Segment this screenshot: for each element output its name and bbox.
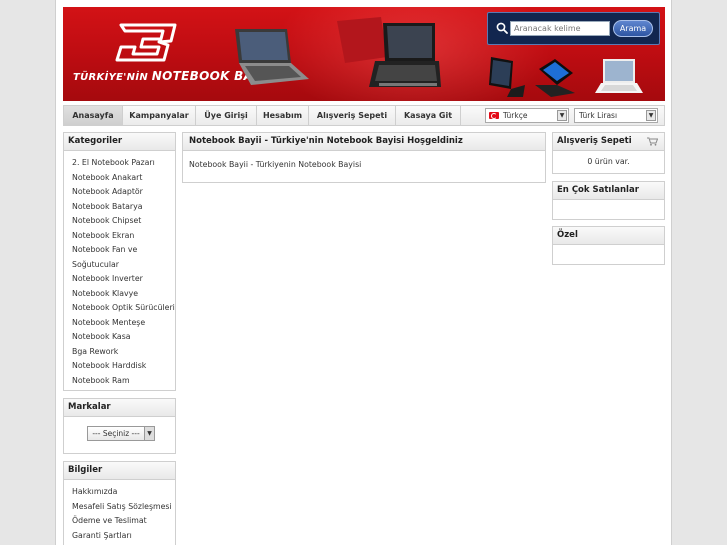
category-link[interactable]: Notebook Fan ve <box>72 243 175 258</box>
shopping-cart-icon[interactable] <box>647 137 658 146</box>
tab-checkout[interactable]: Kasaya Git <box>396 106 461 125</box>
category-link[interactable]: Notebook Anakart <box>72 171 175 186</box>
info-link[interactable]: Hakkımızda <box>72 485 175 500</box>
chevron-down-icon: ▼ <box>557 110 567 121</box>
category-link[interactable]: Notebook Klavye <box>72 287 175 302</box>
category-link[interactable]: Notebook Chipset <box>72 214 175 229</box>
category-link[interactable]: Bga Rework <box>72 345 175 360</box>
page-title: Notebook Bayii - Türkiye'nin Notebook Ba… <box>183 133 545 151</box>
laptop-image <box>337 17 441 87</box>
brands-box: Markalar --- Seçiniz --- ▼ <box>63 398 176 454</box>
search-icon <box>496 22 508 34</box>
welcome-panel: Notebook Bayii - Türkiye'nin Notebook Ba… <box>182 132 546 183</box>
categories-box: Kategoriler 2. El Notebook Pazarı Noteboo… <box>63 132 176 391</box>
laptop-image <box>489 57 525 97</box>
cart-box: Alışveriş Sepeti 0 ürün var. <box>552 132 665 174</box>
main-nav: Anasayfa Kampanyalar Üye Girişi Hesabım … <box>63 105 665 126</box>
brands-select[interactable]: --- Seçiniz --- ▼ <box>87 426 155 441</box>
info-link[interactable]: Ödeme ve Teslimat <box>72 514 175 529</box>
info-link[interactable]: Mesafeli Satış Sözleşmesi <box>72 500 175 515</box>
category-link[interactable]: Notebook Ekran <box>72 229 175 244</box>
laptop-image <box>535 59 575 97</box>
cart-header: Alışveriş Sepeti <box>553 133 664 151</box>
search-input[interactable] <box>510 21 610 36</box>
category-link[interactable]: Notebook Harddisk <box>72 359 175 374</box>
turkish-flag-icon <box>489 112 499 119</box>
category-link[interactable]: Soğutucular <box>72 258 175 273</box>
laptop-image <box>595 59 643 93</box>
info-title: Bilgiler <box>64 462 175 480</box>
tab-shopping-cart[interactable]: Alışveriş Sepeti <box>309 106 396 125</box>
special-box: Özel <box>552 226 665 265</box>
category-link[interactable]: Notebook Batarya <box>72 200 175 215</box>
language-value: Türkçe <box>503 111 528 120</box>
chevron-down-icon: ▼ <box>646 110 656 121</box>
category-link[interactable]: Notebook Kasa <box>72 330 175 345</box>
category-link[interactable]: Notebook Ram <box>72 374 175 389</box>
tab-campaigns[interactable]: Kampanyalar <box>123 106 196 125</box>
page-container: TÜRKİYE'NİN NOTEBOOK BAYİİ Aranacak keli… <box>55 0 672 545</box>
categories-list: 2. El Notebook Pazarı Notebook Anakart Not… <box>64 151 175 388</box>
category-link[interactable]: Notebook Optik Sürücüleri <box>72 301 175 316</box>
cart-title: Alışveriş Sepeti <box>557 136 632 146</box>
header-banner: TÜRKİYE'NİN NOTEBOOK BAYİİ Aranacak keli… <box>63 7 665 101</box>
bestsellers-title: En Çok Satılanlar <box>553 182 664 200</box>
currency-value: Türk Lirası <box>579 111 618 120</box>
tab-home[interactable]: Anasayfa <box>64 106 123 125</box>
language-select[interactable]: Türkçe ▼ <box>485 108 569 123</box>
info-link[interactable]: Garanti Şartları <box>72 529 175 544</box>
category-link[interactable]: 2. El Notebook Pazarı <box>72 156 175 171</box>
tab-my-account[interactable]: Hesabım <box>257 106 309 125</box>
special-title: Özel <box>553 227 664 245</box>
category-link[interactable]: Notebook Menteşe <box>72 316 175 331</box>
tab-member-login[interactable]: Üye Girişi <box>196 106 257 125</box>
welcome-text: Notebook Bayii - Türkiyenin Notebook Bay… <box>189 160 362 169</box>
category-link[interactable]: Notebook Adaptör <box>72 185 175 200</box>
currency-select[interactable]: Türk Lirası ▼ <box>574 108 658 123</box>
search-button[interactable]: Arama <box>613 20 653 37</box>
categories-title: Kategoriler <box>64 133 175 151</box>
chevron-down-icon: ▼ <box>144 427 154 440</box>
bestsellers-box: En Çok Satılanlar <box>552 181 665 220</box>
category-link[interactable]: Notebook Inverter <box>72 272 175 287</box>
search-panel: Arama <box>487 12 660 45</box>
cart-status: 0 ürün var. <box>587 157 630 166</box>
info-box: Bilgiler Hakkımızda Mesafeli Satış Sözleş… <box>63 461 176 545</box>
brands-title: Markalar <box>64 399 175 417</box>
info-links-list: Hakkımızda Mesafeli Satış Sözleşmesi Ödeme… <box>64 480 175 543</box>
laptop-image <box>235 29 309 85</box>
site-logo[interactable] <box>115 21 181 63</box>
